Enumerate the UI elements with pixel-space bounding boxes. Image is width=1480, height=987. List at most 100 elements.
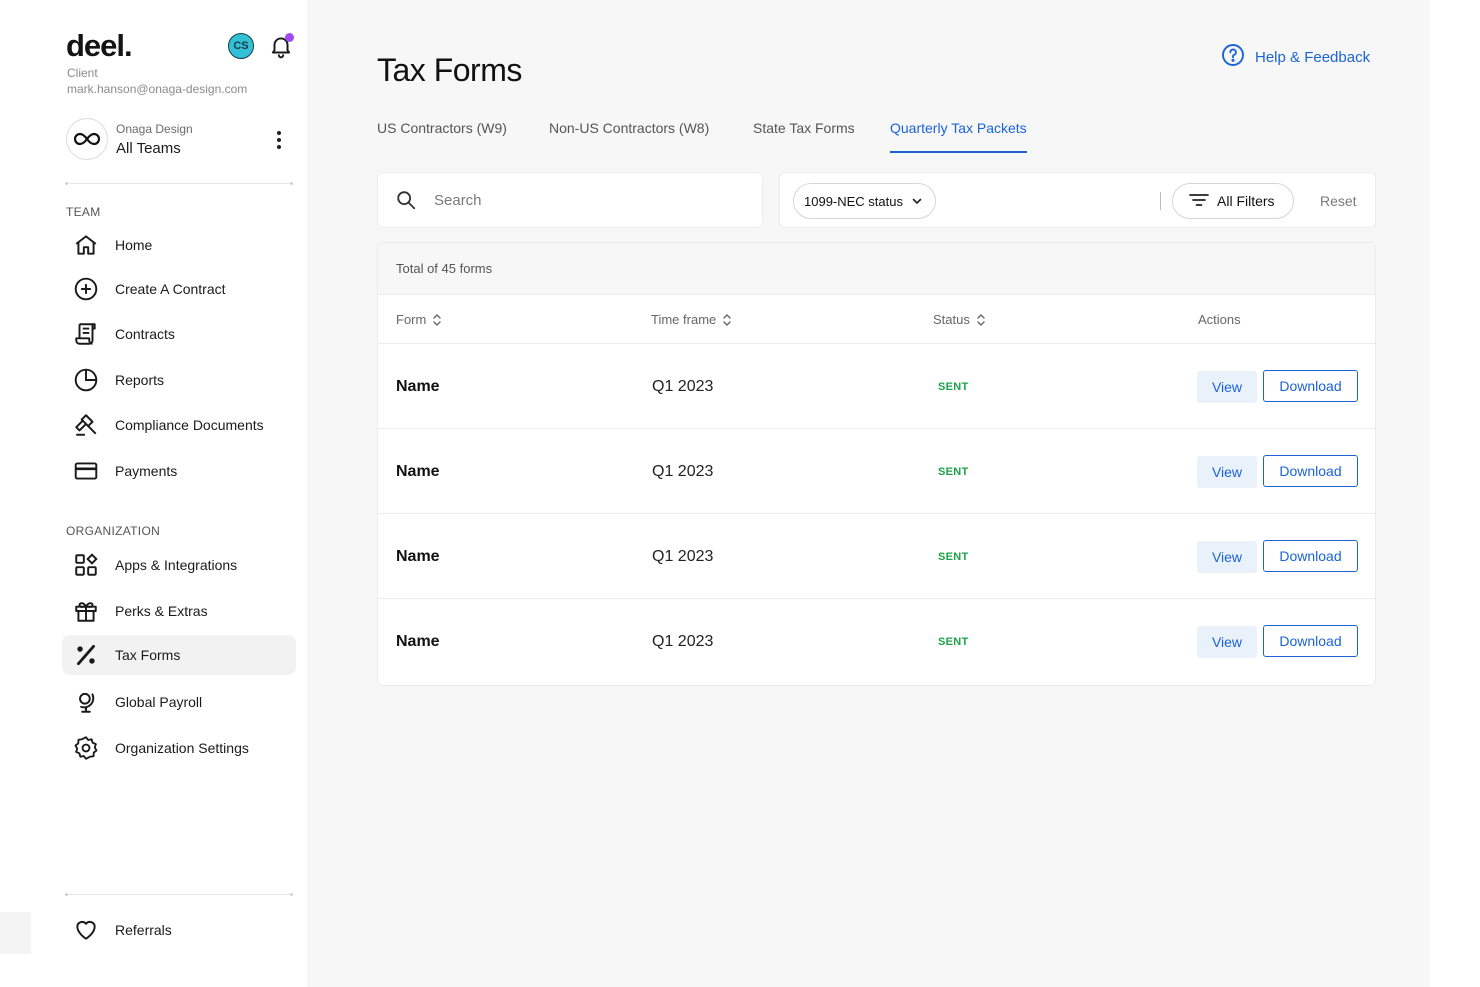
table-row: Name Q1 2023 SENT View Download — [378, 429, 1375, 514]
main-content: Tax Forms Help & Feedback US Contractors… — [307, 0, 1430, 987]
sidebar-item-label: Payments — [115, 463, 178, 479]
search-bar — [377, 172, 763, 228]
deel-logo[interactable]: deel. — [66, 28, 133, 64]
sidebar-item-apps-integrations[interactable]: Apps & Integrations — [62, 545, 296, 585]
more-vertical-icon[interactable] — [272, 128, 286, 152]
cell-form: Name — [396, 548, 440, 565]
pie-chart-icon — [72, 366, 100, 394]
cell-time-frame: Q1 2023 — [652, 463, 714, 480]
sidebar: deel. CS Client mark.hanson@onaga-design… — [56, 0, 307, 987]
gear-icon — [72, 734, 100, 762]
sidebar-item-label: Create A Contract — [115, 281, 226, 297]
help-circle-icon — [1221, 43, 1245, 71]
sidebar-item-contracts[interactable]: Contracts — [62, 314, 296, 354]
help-feedback-link[interactable]: Help & Feedback — [1221, 43, 1370, 71]
sidebar-item-label: Perks & Extras — [115, 603, 208, 619]
tax-forms-table: Total of 45 forms Form Time frame Status… — [377, 242, 1376, 686]
infinity-icon — [66, 118, 108, 160]
cell-form: Name — [396, 633, 440, 650]
notification-dot — [285, 33, 294, 42]
tab-state-tax-forms[interactable]: State Tax Forms — [753, 120, 855, 154]
sidebar-item-payments[interactable]: Payments — [62, 451, 296, 491]
sidebar-item-label: Home — [115, 237, 153, 253]
view-button[interactable]: View — [1197, 626, 1257, 658]
sidebar-divider — [65, 182, 293, 185]
column-label: Time frame — [651, 312, 717, 327]
column-header-status[interactable]: Status — [933, 312, 986, 327]
reset-button[interactable]: Reset — [1320, 193, 1357, 209]
right-gutter — [1430, 0, 1480, 987]
table-row: Name Q1 2023 SENT View Download — [378, 344, 1375, 429]
cell-time-frame: Q1 2023 — [652, 633, 714, 650]
plus-circle-icon — [72, 275, 100, 303]
chevron-down-icon — [911, 195, 923, 207]
column-header-time-frame[interactable]: Time frame — [651, 312, 732, 327]
org-team: All Teams — [116, 140, 181, 157]
sidebar-item-tax-forms[interactable]: Tax Forms — [62, 635, 296, 675]
gutter-chip — [0, 912, 31, 954]
sort-icon — [432, 313, 442, 327]
user-avatar[interactable]: CS — [228, 33, 254, 59]
bell-icon[interactable] — [268, 33, 294, 59]
apps-grid-icon — [72, 551, 100, 579]
sidebar-item-reports[interactable]: Reports — [62, 360, 296, 400]
scroll-icon — [72, 320, 100, 348]
sidebar-item-create-contract[interactable]: Create A Contract — [62, 269, 296, 309]
cell-form: Name — [396, 463, 440, 480]
status-badge: SENT — [938, 636, 969, 648]
table-header: Form Time frame Status Actions — [378, 295, 1375, 344]
sidebar-item-label: Referrals — [115, 922, 172, 938]
org-switcher[interactable]: Onaga Design All Teams — [66, 116, 296, 164]
sidebar-item-organization-settings[interactable]: Organization Settings — [62, 728, 296, 768]
home-icon — [72, 231, 100, 259]
column-header-actions: Actions — [1198, 312, 1241, 327]
nec-status-dropdown[interactable]: 1099-NEC status — [793, 183, 936, 219]
sidebar-item-home[interactable]: Home — [62, 225, 296, 265]
column-header-form[interactable]: Form — [396, 312, 442, 327]
sidebar-item-perks-extras[interactable]: Perks & Extras — [62, 591, 296, 631]
tab-non-us-contractors[interactable]: Non-US Contractors (W8) — [549, 120, 709, 154]
status-badge: SENT — [938, 381, 969, 393]
view-button[interactable]: View — [1197, 541, 1257, 573]
credit-card-icon — [72, 457, 100, 485]
page-title: Tax Forms — [377, 52, 522, 88]
table-total: Total of 45 forms — [378, 243, 1375, 295]
organization-section-label: ORGANIZATION — [66, 524, 161, 538]
cell-form: Name — [396, 378, 440, 395]
filter-separator — [1160, 192, 1161, 210]
sidebar-divider — [65, 893, 293, 896]
sidebar-item-referrals[interactable]: Referrals — [62, 910, 296, 950]
sort-icon — [976, 313, 986, 327]
gift-icon — [72, 597, 100, 625]
download-button[interactable]: Download — [1263, 455, 1358, 487]
status-badge: SENT — [938, 466, 969, 478]
sidebar-item-label: Compliance Documents — [115, 417, 264, 433]
status-badge: SENT — [938, 551, 969, 563]
download-button[interactable]: Download — [1263, 625, 1358, 657]
tab-us-contractors[interactable]: US Contractors (W9) — [377, 120, 507, 154]
sidebar-item-label: Apps & Integrations — [115, 557, 238, 573]
view-button[interactable]: View — [1197, 456, 1257, 488]
sidebar-item-label: Reports — [115, 372, 165, 388]
sidebar-item-label: Tax Forms — [115, 647, 181, 663]
nec-status-label: 1099-NEC status — [804, 193, 903, 209]
all-filters-button[interactable]: All Filters — [1172, 183, 1294, 219]
download-button[interactable]: Download — [1263, 540, 1358, 572]
sidebar-item-compliance-documents[interactable]: Compliance Documents — [62, 405, 296, 445]
table-row: Name Q1 2023 SENT View Download — [378, 514, 1375, 599]
sidebar-item-label: Global Payroll — [115, 694, 203, 710]
gavel-icon — [72, 411, 100, 439]
download-button[interactable]: Download — [1263, 370, 1358, 402]
tab-quarterly-tax-packets[interactable]: Quarterly Tax Packets — [890, 120, 1027, 154]
percent-icon — [72, 641, 100, 669]
sidebar-item-global-payroll[interactable]: Global Payroll — [62, 682, 296, 722]
view-button[interactable]: View — [1197, 371, 1257, 403]
user-role: Client — [67, 66, 98, 80]
user-email: mark.hanson@onaga-design.com — [67, 82, 248, 96]
column-label: Status — [933, 312, 970, 327]
search-icon — [394, 188, 418, 212]
column-label: Form — [396, 312, 427, 327]
table-row: Name Q1 2023 SENT View Download — [378, 599, 1375, 685]
globe-stand-icon — [72, 688, 100, 716]
search-input[interactable] — [434, 191, 734, 209]
